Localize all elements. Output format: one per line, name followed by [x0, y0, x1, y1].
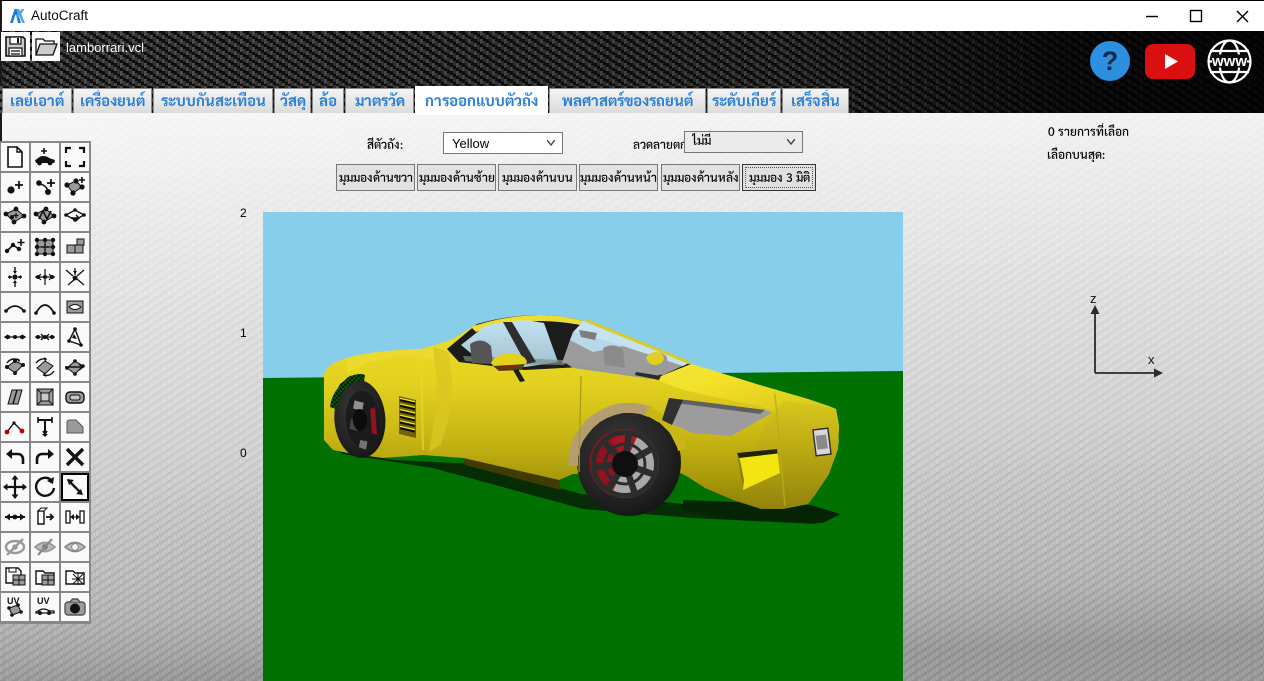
svg-text:x: x	[1148, 352, 1155, 367]
svg-text:www: www	[1211, 53, 1247, 70]
svg-text:?: ?	[1102, 46, 1119, 76]
svg-text:UV: UV	[37, 596, 50, 606]
svg-text:z: z	[1090, 291, 1097, 306]
